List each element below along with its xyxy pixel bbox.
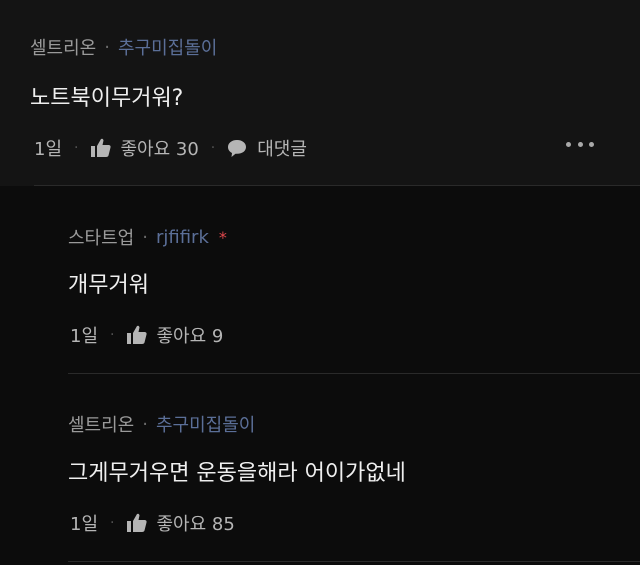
comment-meta: 1일 · 좋아요 30 · 대댓글: [34, 135, 307, 161]
divider: [34, 185, 640, 186]
dot-icon: [566, 141, 571, 147]
company-name: 스타트업: [68, 228, 135, 249]
header-separator: ·: [142, 413, 148, 435]
reply-text: 그게무거우면 운동을해라 어이가없네: [68, 461, 406, 486]
comment-header: 셀트리온 · 추구미집돌이: [30, 34, 217, 60]
header-separator: ·: [142, 226, 148, 248]
header-separator: ·: [104, 36, 110, 58]
divider: [68, 561, 640, 562]
comment-time: 1일: [34, 139, 63, 160]
like-count-label: 좋아요 85: [156, 514, 235, 535]
reply-header: 스타트업 · rjfifirk *: [68, 224, 227, 250]
reply-time: 1일: [70, 514, 99, 535]
reply-header: 셀트리온 · 추구미집돌이: [68, 411, 255, 437]
meta-separator: ·: [110, 515, 115, 531]
author-mark: *: [218, 227, 227, 247]
thumbs-up-icon: [127, 513, 148, 532]
comment-text: 노트북이무거워?: [30, 86, 184, 111]
thumbs-up-icon: [127, 325, 148, 344]
reply-meta: 1일 · 좋아요 85: [70, 510, 235, 536]
like-count-label: 좋아요 30: [120, 139, 199, 160]
divider: [68, 373, 640, 374]
user-nickname[interactable]: 추구미집돌이: [156, 411, 255, 437]
user-nickname[interactable]: rjfifirk: [156, 227, 209, 248]
like-button[interactable]: 좋아요 9: [126, 322, 223, 348]
reply-button[interactable]: 대댓글: [227, 135, 307, 161]
more-dots-icon[interactable]: [566, 137, 594, 151]
thumbs-up-icon: [91, 138, 112, 157]
reply-label: 대댓글: [257, 139, 307, 160]
reply-meta: 1일 · 좋아요 9: [70, 322, 223, 348]
dot-icon: [589, 141, 594, 147]
user-nickname[interactable]: 추구미집돌이: [118, 34, 217, 60]
speech-bubble-icon: [228, 139, 247, 157]
meta-separator: ·: [74, 140, 79, 156]
meta-separator: ·: [110, 327, 115, 343]
comment-main: 셀트리온 · 추구미집돌이 노트북이무거워? 1일 · 좋아요 30 · 대댓글: [0, 0, 640, 186]
like-button[interactable]: 좋아요 30: [90, 135, 199, 161]
company-name: 셀트리온: [68, 415, 135, 436]
like-count-label: 좋아요 9: [156, 326, 224, 347]
reply-text: 개무거워: [68, 273, 149, 298]
reply-time: 1일: [70, 326, 99, 347]
like-button[interactable]: 좋아요 85: [126, 510, 235, 536]
dot-icon: [577, 141, 583, 147]
meta-separator: ·: [210, 140, 216, 156]
company-name: 셀트리온: [30, 38, 97, 59]
